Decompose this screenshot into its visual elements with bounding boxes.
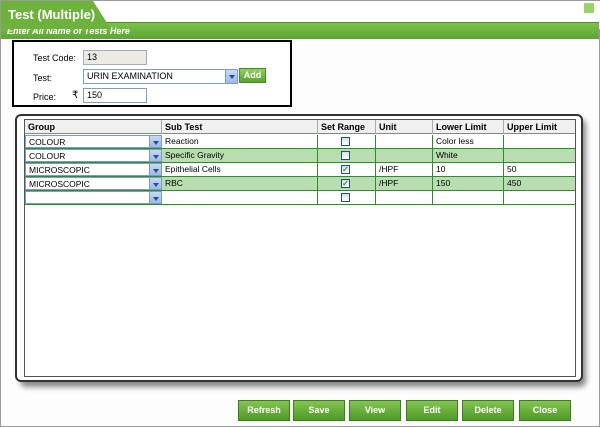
chevron-down-icon[interactable] (149, 136, 161, 147)
col-upper-limit[interactable]: Upper Limit (504, 120, 575, 134)
group-value: MICROSCOPIC (29, 165, 90, 175)
subtest-grid-frame: Group Sub Test Set Range Unit Lower Limi… (15, 114, 583, 382)
col-lower-limit[interactable]: Lower Limit (433, 120, 504, 134)
chevron-down-icon[interactable] (149, 178, 161, 189)
upper-limit-cell[interactable]: 450 (504, 177, 575, 190)
edit-button[interactable]: Edit (406, 400, 458, 421)
window-title: Test (Multiple) (8, 7, 96, 22)
lower-limit-cell[interactable]: 10 (433, 163, 504, 176)
unit-cell[interactable] (376, 191, 433, 204)
close-icon[interactable] (583, 2, 595, 14)
refresh-button[interactable]: Refresh (238, 400, 290, 421)
lower-limit-cell[interactable]: 150 (433, 177, 504, 190)
lower-limit-cell[interactable] (433, 191, 504, 204)
test-code-field: 13 (83, 50, 147, 65)
chevron-down-icon[interactable] (149, 164, 161, 175)
view-button[interactable]: View (349, 400, 401, 421)
price-field[interactable]: 150 (83, 88, 147, 103)
grid-header: Group Sub Test Set Range Unit Lower Limi… (25, 120, 575, 134)
group-value: COLOUR (29, 151, 66, 161)
price-label: Price: (33, 92, 57, 102)
chevron-down-icon[interactable] (149, 150, 161, 161)
test-code-label: Test Code: (33, 53, 77, 63)
table-row[interactable]: MICROSCOPIC RBC ✓ /HPF 150 450 (25, 177, 575, 191)
sub-test-cell[interactable]: Epithelial Cells (162, 163, 318, 176)
table-row[interactable]: COLOUR Reaction Color less (25, 135, 575, 149)
sub-test-cell[interactable]: RBC (162, 177, 318, 190)
group-select[interactable]: COLOUR (25, 135, 162, 148)
test-multiple-window: Enter All Name of Tests Here Test (Multi… (0, 0, 600, 427)
test-select[interactable]: URIN EXAMINATION (83, 69, 238, 84)
subtest-grid: Group Sub Test Set Range Unit Lower Limi… (24, 119, 576, 377)
upper-limit-cell[interactable] (504, 191, 575, 204)
group-value: MICROSCOPIC (29, 179, 90, 189)
set-range-cell (318, 149, 376, 162)
set-range-cell: ✓ (318, 163, 376, 176)
chevron-down-icon[interactable] (149, 192, 161, 203)
sub-test-cell[interactable]: Specific Gravity (162, 149, 318, 162)
table-row[interactable]: COLOUR Specific Gravity White (25, 149, 575, 163)
save-button[interactable]: Save (293, 400, 345, 421)
group-select[interactable]: MICROSCOPIC (25, 163, 162, 176)
upper-limit-cell[interactable]: 50 (504, 163, 575, 176)
col-set-range[interactable]: Set Range (318, 120, 376, 134)
add-button[interactable]: Add (239, 68, 266, 83)
upper-limit-cell[interactable] (504, 149, 575, 162)
close-button[interactable]: Close (519, 400, 571, 421)
set-range-checkbox[interactable] (341, 193, 350, 202)
upper-limit-cell[interactable] (504, 135, 575, 148)
col-group[interactable]: Group (25, 120, 162, 134)
set-range-cell (318, 191, 376, 204)
sub-test-cell[interactable] (162, 191, 318, 204)
set-range-checkbox[interactable]: ✓ (341, 179, 350, 188)
unit-cell[interactable]: /HPF (376, 177, 433, 190)
group-value: COLOUR (29, 137, 66, 147)
group-select[interactable] (25, 191, 162, 204)
chevron-down-icon[interactable] (225, 70, 237, 83)
table-row[interactable]: MICROSCOPIC Epithelial Cells ✓ /HPF 10 5… (25, 163, 575, 177)
col-sub-test[interactable]: Sub Test (162, 120, 318, 134)
sub-test-cell[interactable]: Reaction (162, 135, 318, 148)
lower-limit-cell[interactable]: White (433, 149, 504, 162)
unit-cell[interactable] (376, 149, 433, 162)
currency-symbol: ₹ (72, 90, 79, 101)
delete-button[interactable]: Delete (462, 400, 514, 421)
set-range-checkbox[interactable] (341, 151, 350, 160)
set-range-cell (318, 135, 376, 148)
test-label: Test: (33, 73, 53, 83)
group-select[interactable]: COLOUR (25, 149, 162, 162)
lower-limit-cell[interactable]: Color less (433, 135, 504, 148)
col-unit[interactable]: Unit (376, 120, 433, 134)
table-row-new[interactable] (25, 191, 575, 205)
test-select-value: URIN EXAMINATION (87, 71, 173, 81)
set-range-checkbox[interactable]: ✓ (341, 165, 350, 174)
title-bar: Enter All Name of Tests Here Test (Multi… (1, 1, 600, 39)
set-range-cell: ✓ (318, 177, 376, 190)
set-range-checkbox[interactable] (341, 137, 350, 146)
unit-cell[interactable]: /HPF (376, 163, 433, 176)
unit-cell[interactable] (376, 135, 433, 148)
group-select[interactable]: MICROSCOPIC (25, 177, 162, 190)
